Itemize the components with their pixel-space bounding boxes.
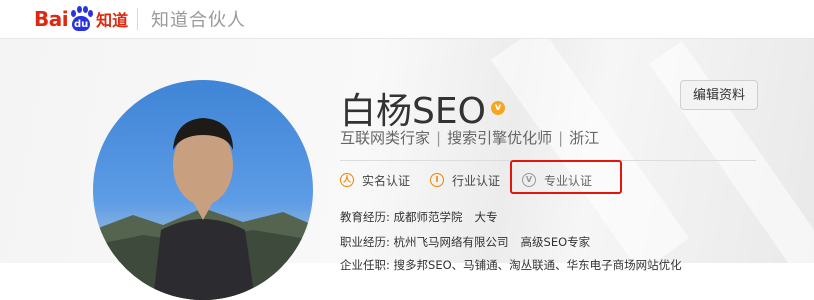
highlight-annotation-box [510,160,622,194]
baidu-paw-icon: du [69,6,94,32]
baidu-zhidao-logo[interactable]: Bai du 知道 [34,4,128,34]
verified-badge-icon: v [491,101,505,115]
tagline-role: 互联网类行家 [340,129,431,147]
career-row: 职业经历: 杭州飞马网络有限公司 高级SEO专家 [340,234,590,250]
tagline-job: 搜索引擎优化师 [447,129,553,147]
top-bar: Bai du 知道 知道合伙人 [0,0,814,39]
page-title: 知道合伙人 [151,10,246,31]
profile-tagline: 互联网类行家 | 搜索引擎优化师 | 浙江 [340,127,599,148]
industry-cert-icon: I [430,173,445,187]
cert-label: 行业认证 [452,173,501,188]
person-cert-icon: 人 [340,173,354,187]
enterprise-row: 企业任职: 搜多邦SEO、马铺通、淘丛联通、华东电子商场网站优化 [340,258,682,272]
tagline-location: 浙江 [569,129,600,147]
career-company[interactable]: 杭州飞马网络有限公司 [394,235,509,249]
cert-industry[interactable]: I 行业认证 [430,172,500,189]
logo-zhidao-text: 知道 [96,11,129,30]
education-degree: 大专 [474,210,498,224]
career-label: 职业经历: [340,235,390,249]
tagline-separator: | [436,129,442,147]
logo-bai-text: Bai [34,7,69,31]
tagline-separator: | [558,129,564,147]
edit-profile-button[interactable]: 编辑资料 [680,80,758,110]
cert-label: 实名认证 [362,173,411,188]
career-title: 高级SEO专家 [520,235,591,249]
avatar[interactable] [93,80,313,300]
header-divider [137,8,138,30]
education-row: 教育经历: 成都师范学院 大专 [340,209,498,225]
education-label: 教育经历: [340,210,390,224]
avatar-photo [93,118,313,300]
cert-real-name[interactable]: 人 实名认证 [340,172,410,189]
education-school[interactable]: 成都师范学院 [394,210,463,224]
logo-du-text: du [72,16,91,31]
